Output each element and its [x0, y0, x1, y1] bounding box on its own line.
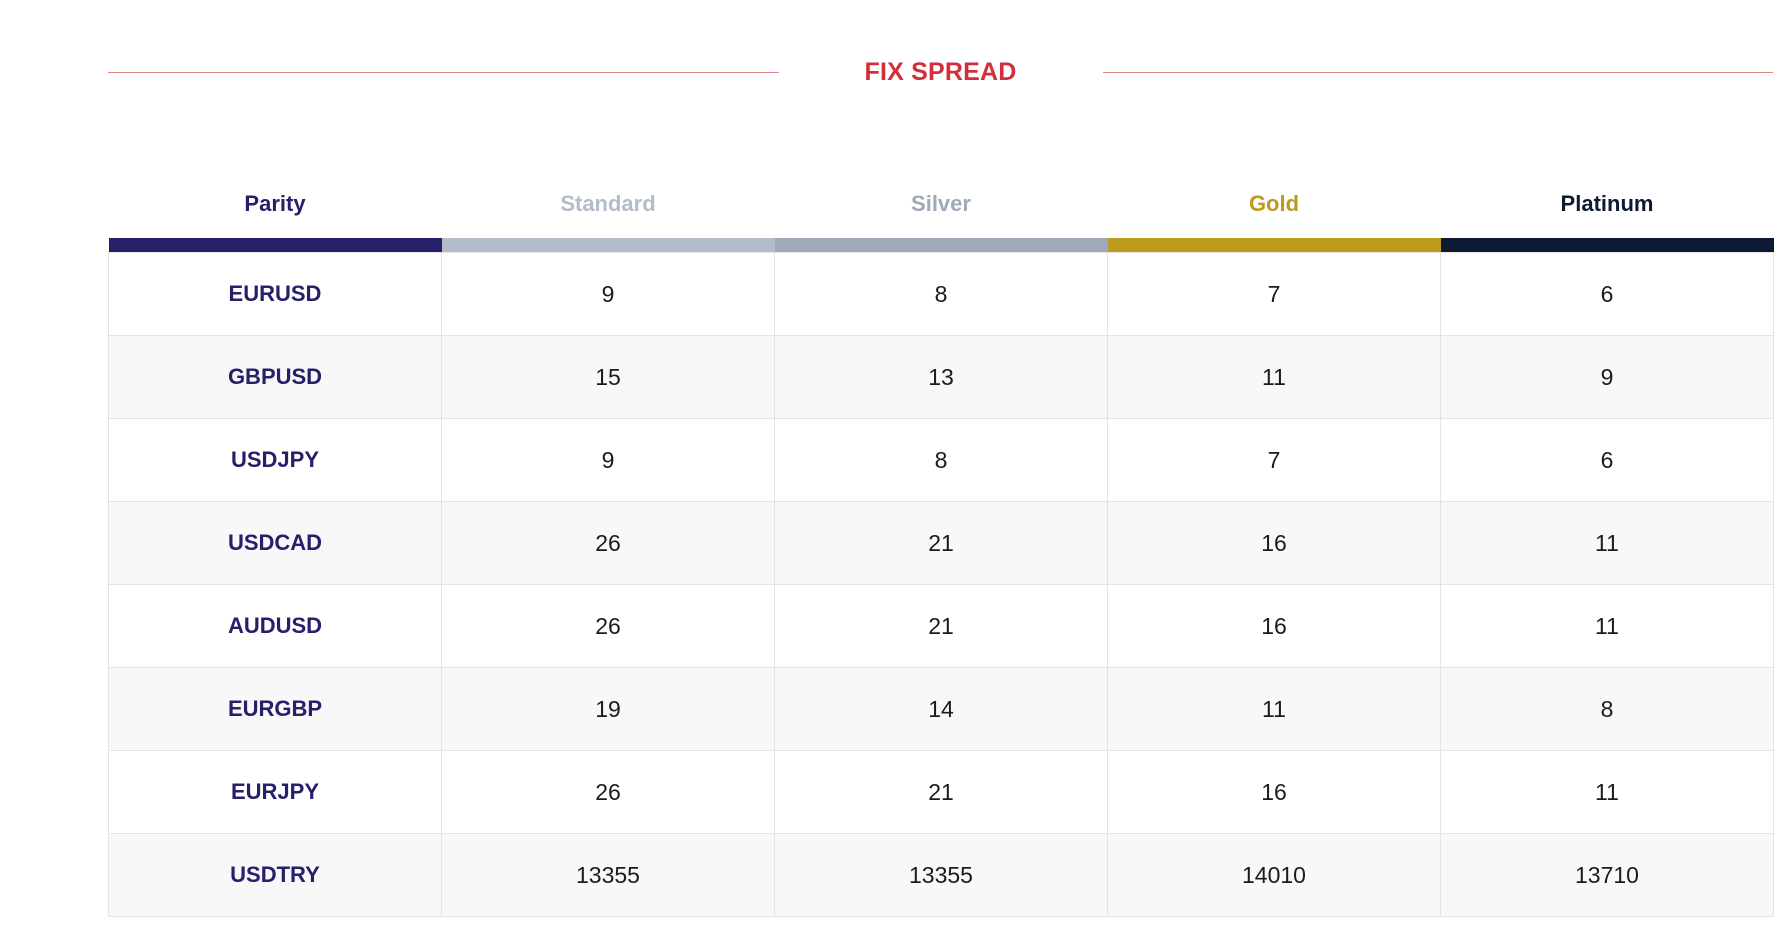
tier-color-bar-row — [108, 238, 1774, 253]
standard-cell: 26 — [441, 501, 775, 585]
platinum-cell: 8 — [1440, 667, 1774, 751]
silver-cell: 14 — [774, 667, 1108, 751]
header-silver: Silver — [911, 191, 971, 216]
parity-cell: USDCAD — [108, 501, 442, 585]
standard-cell: 9 — [441, 252, 775, 336]
gold-cell: 7 — [1107, 418, 1441, 502]
silver-cell: 21 — [774, 750, 1108, 834]
section-title-row: FIX SPREAD — [108, 50, 1773, 94]
section-title: FIX SPREAD — [864, 57, 1017, 86]
title-divider-left — [108, 71, 779, 73]
platinum-cell: 11 — [1440, 501, 1774, 585]
table-row: USDCAD 26 21 16 11 — [108, 501, 1774, 585]
gold-cell: 16 — [1107, 584, 1441, 668]
bar-parity — [108, 238, 442, 253]
silver-cell: 13355 — [774, 833, 1108, 917]
spread-table-container: Parity Standard Silver Gold Platinum EUR… — [108, 170, 1774, 917]
silver-cell: 21 — [774, 584, 1108, 668]
platinum-cell: 9 — [1440, 335, 1774, 419]
table-header-row: Parity Standard Silver Gold Platinum — [109, 170, 1774, 238]
gold-cell: 7 — [1107, 252, 1441, 336]
standard-cell: 13355 — [441, 833, 775, 917]
bar-platinum — [1440, 238, 1774, 253]
spread-table: Parity Standard Silver Gold Platinum EUR… — [108, 170, 1774, 917]
platinum-cell: 6 — [1440, 418, 1774, 502]
platinum-cell: 11 — [1440, 750, 1774, 834]
header-platinum: Platinum — [1560, 191, 1654, 216]
parity-cell: EURJPY — [108, 750, 442, 834]
platinum-cell: 13710 — [1440, 833, 1774, 917]
page: FIX SPREAD Parity Standard Silver Gold P… — [0, 0, 1780, 936]
gold-cell: 14010 — [1107, 833, 1441, 917]
bar-standard — [441, 238, 775, 253]
standard-cell: 15 — [441, 335, 775, 419]
table-row: EURGBP 19 14 11 8 — [108, 667, 1774, 751]
parity-cell: USDTRY — [108, 833, 442, 917]
standard-cell: 19 — [441, 667, 775, 751]
standard-cell: 9 — [441, 418, 775, 502]
parity-cell: EURGBP — [108, 667, 442, 751]
silver-cell: 8 — [774, 252, 1108, 336]
platinum-cell: 11 — [1440, 584, 1774, 668]
header-parity: Parity — [244, 191, 306, 216]
silver-cell: 13 — [774, 335, 1108, 419]
silver-cell: 8 — [774, 418, 1108, 502]
parity-cell: GBPUSD — [108, 335, 442, 419]
platinum-cell: 6 — [1440, 252, 1774, 336]
bar-silver — [774, 238, 1108, 253]
table-row: EURJPY 26 21 16 11 — [108, 750, 1774, 834]
silver-cell: 21 — [774, 501, 1108, 585]
gold-cell: 11 — [1107, 667, 1441, 751]
header-gold: Gold — [1248, 191, 1300, 216]
gold-cell: 11 — [1107, 335, 1441, 419]
bar-gold — [1107, 238, 1441, 253]
table-row: USDTRY 13355 13355 14010 13710 — [108, 833, 1774, 917]
header-standard: Standard — [560, 191, 656, 216]
title-divider-right — [1102, 71, 1773, 73]
parity-cell: AUDUSD — [108, 584, 442, 668]
standard-cell: 26 — [441, 750, 775, 834]
gold-cell: 16 — [1107, 750, 1441, 834]
table-row: GBPUSD 15 13 11 9 — [108, 335, 1774, 419]
standard-cell: 26 — [441, 584, 775, 668]
parity-cell: EURUSD — [108, 252, 442, 336]
table-row: AUDUSD 26 21 16 11 — [108, 584, 1774, 668]
parity-cell: USDJPY — [108, 418, 442, 502]
table-row: USDJPY 9 8 7 6 — [108, 418, 1774, 502]
table-row: EURUSD 9 8 7 6 — [108, 252, 1774, 336]
gold-cell: 16 — [1107, 501, 1441, 585]
